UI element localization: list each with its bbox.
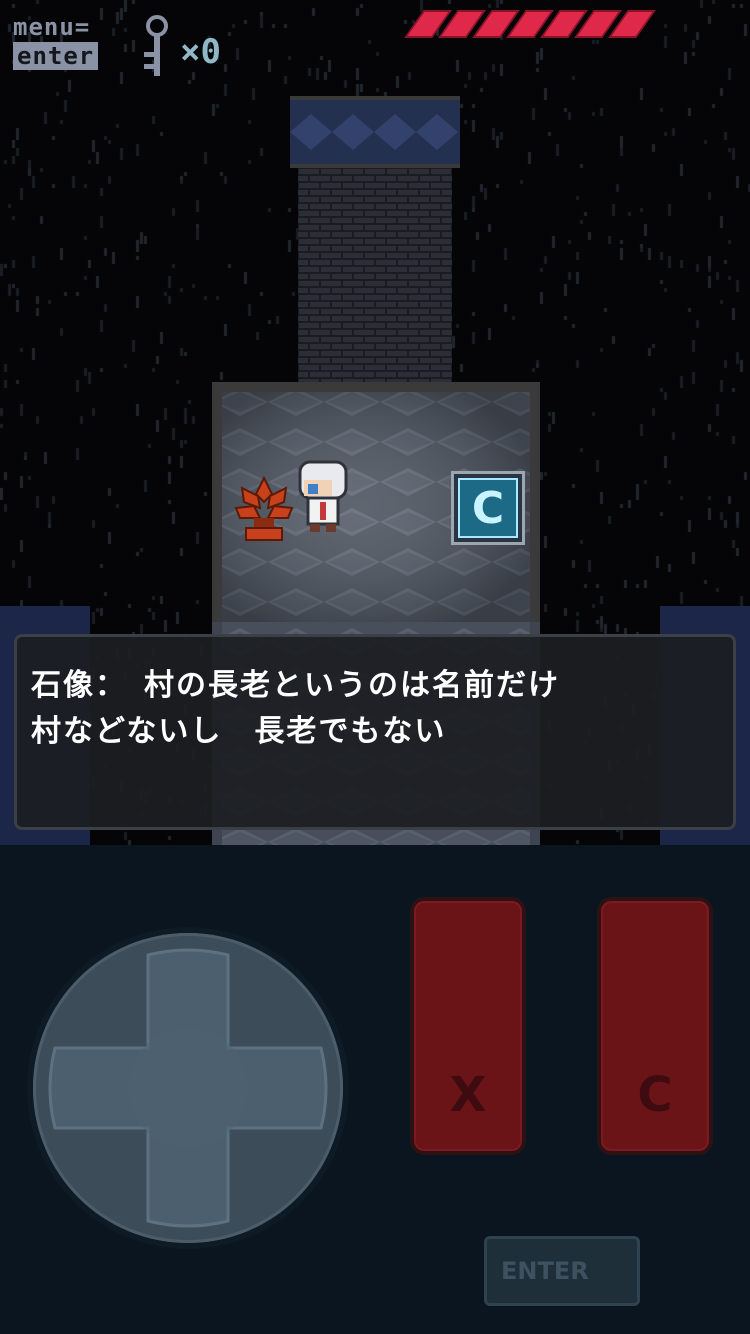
menu-label: menu= [13,13,91,41]
game-viewport: C menu= enter ×0 石像： 村の長老というのは名前だけ 村などない… [0,0,750,845]
dpad-icon[interactable] [33,933,343,1243]
dialog-line-2: 村などないし 長老でもない [31,714,447,749]
c-button-label: C [637,1067,673,1123]
health-bar [404,10,656,40]
enter-label: enter [13,42,99,70]
brick-wall [298,168,452,390]
menu-hint: menu= enter [13,14,113,70]
c-block-label: C [458,478,518,538]
key-icon [144,15,168,76]
key-count: ×0 [180,32,221,72]
dialog-line-1: 石像： 村の長老というのは名前だけ [31,668,560,703]
corridor-top-tile [290,96,460,168]
player-sprite [298,460,348,532]
dialog-box[interactable]: 石像： 村の長老というのは名前だけ 村などないし 長老でもない [14,634,736,830]
statue-plant-sprite [234,475,294,541]
c-button[interactable]: C [597,897,713,1155]
c-block: C [451,471,525,545]
key-counter: ×0 [140,14,250,84]
dpad-cross [48,948,328,1228]
enter-button[interactable]: ENTER [484,1236,640,1306]
x-button[interactable]: X [410,897,526,1155]
virtual-controller: X C ENTER [0,845,750,1334]
x-button-label: X [449,1067,487,1123]
